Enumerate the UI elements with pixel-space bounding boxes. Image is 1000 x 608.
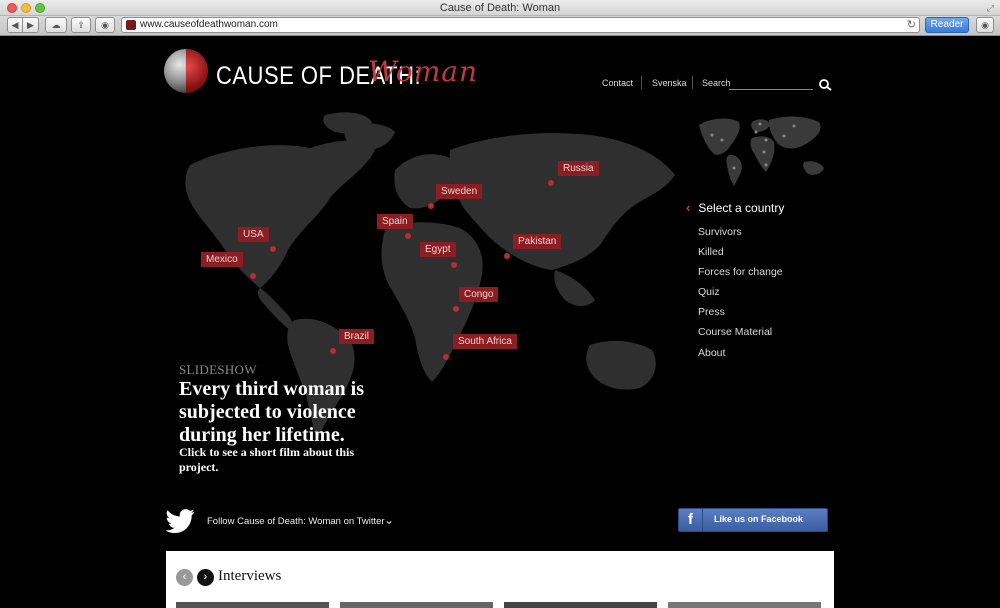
back-button[interactable]: ◀ [7, 17, 23, 33]
map-pin-dot[interactable] [504, 253, 510, 259]
nav-svenska-link[interactable]: Svenska [652, 78, 687, 88]
url-text: www.causeofdeathwoman.com [140, 19, 278, 30]
map-pin-dot[interactable] [405, 233, 411, 239]
chevron-left-icon: ‹ [182, 571, 187, 583]
menu-item-forces-for-change[interactable]: Forces for change [698, 266, 783, 278]
share-icon: ⇪ [77, 20, 85, 30]
address-bar[interactable]: www.causeofdeathwoman.com ↻ [121, 17, 920, 33]
reader-button[interactable]: Reader [925, 17, 969, 33]
chevron-right-icon: › [203, 571, 208, 583]
menu-item-about[interactable]: About [698, 347, 725, 359]
share-button[interactable]: ⇪ [71, 17, 91, 33]
menu-item-killed[interactable]: Killed [698, 246, 724, 258]
search-label: Search [702, 78, 731, 88]
map-pin-dot[interactable] [443, 354, 449, 360]
page-content: CAUSE OF DEATH: Woman Contact Svenska Se… [0, 37, 1000, 608]
nav-divider [641, 76, 642, 89]
menu-item-course-material[interactable]: Course Material [698, 326, 772, 338]
map-pin-south-africa[interactable]: South Africa [453, 334, 517, 349]
chevron-left-icon: ‹ [686, 200, 691, 215]
map-pin-dot[interactable] [428, 203, 434, 209]
twitter-follow-link[interactable]: Follow Cause of Death: Woman on Twitter [207, 516, 385, 527]
interviews-prev-button[interactable]: ‹ [176, 569, 193, 586]
slideshow-label: SLIDESHOW [179, 362, 257, 377]
map-pin-spain[interactable]: Spain [377, 214, 413, 229]
facebook-like-label: Like us on Facebook [714, 514, 804, 524]
downloads-button[interactable]: ◉ [976, 17, 994, 33]
site-favicon-icon [126, 20, 136, 30]
interview-thumbnail[interactable] [176, 602, 329, 608]
fullscreen-icon[interactable]: ⤢ [987, 3, 994, 14]
window-title: Cause of Death: Woman [439, 2, 561, 14]
logo-globe-icon[interactable] [164, 49, 208, 93]
interviews-next-button[interactable]: › [197, 569, 214, 586]
map-pin-brazil[interactable]: Brazil [339, 329, 375, 344]
menu-item-quiz[interactable]: Quiz [698, 286, 720, 298]
cloud-icon: ☁ [51, 20, 61, 30]
map-pin-dot[interactable] [250, 273, 256, 279]
interview-thumbnail[interactable] [340, 602, 493, 608]
top-sites-icon: ◉ [101, 20, 109, 30]
map-pin-sweden[interactable]: Sweden [436, 184, 483, 199]
slideshow-subtext[interactable]: Click to see a short film about this pro… [179, 445, 369, 475]
interview-thumbnail[interactable] [668, 602, 821, 608]
browser-toolbar: ◀ ▶ ☁ ⇪ ◉ www.causeofdeathwoman.com ↻ Re… [0, 16, 1000, 36]
interviews-panel: ‹ › Interviews [166, 551, 834, 608]
map-pin-dot[interactable] [548, 180, 554, 186]
nav-divider [692, 76, 693, 89]
top-sites-button[interactable]: ◉ [95, 17, 115, 33]
search-input[interactable] [729, 89, 813, 90]
window-titlebar: Cause of Death: Woman ⤢ [0, 0, 1000, 16]
twitter-bird-icon[interactable] [166, 509, 198, 533]
icloud-tabs-button[interactable]: ☁ [45, 17, 67, 33]
map-pin-congo[interactable]: Congo [459, 287, 499, 302]
search-icon[interactable] [818, 78, 832, 92]
interview-thumbnail[interactable] [504, 602, 657, 608]
menu-item-press[interactable]: Press [698, 306, 725, 318]
map-pin-dot[interactable] [453, 306, 459, 312]
nav-contact-link[interactable]: Contact [602, 78, 633, 88]
select-country-toggle[interactable]: ‹ Select a country [686, 200, 784, 215]
map-pin-dot[interactable] [451, 262, 457, 268]
facebook-icon: f [679, 509, 703, 531]
map-pin-dot[interactable] [270, 246, 276, 252]
menu-item-survivors[interactable]: Survivors [698, 226, 742, 238]
map-pin-mexico[interactable]: Mexico [201, 252, 243, 267]
forward-button[interactable]: ▶ [23, 17, 39, 33]
site-logo-script[interactable]: Woman [368, 55, 478, 88]
mini-world-map[interactable] [694, 110, 830, 188]
map-pin-russia[interactable]: Russia [558, 161, 599, 176]
select-country-label: Select a country [698, 201, 785, 215]
facebook-like-button[interactable]: f Like us on Facebook [678, 508, 828, 532]
map-pin-usa[interactable]: USA [238, 227, 269, 242]
back-arrow-icon: ◀ [11, 20, 19, 30]
slideshow-headline[interactable]: Every third woman is subjected to violen… [179, 378, 379, 447]
forward-arrow-icon: ▶ [27, 20, 34, 30]
map-pin-dot[interactable] [330, 348, 336, 354]
downloads-icon: ◉ [981, 20, 989, 30]
reload-icon[interactable]: ↻ [907, 18, 916, 31]
map-pin-egypt[interactable]: Egypt [420, 242, 456, 257]
chevron-down-icon[interactable]: ⌄ [384, 513, 394, 527]
interviews-title: Interviews [218, 568, 282, 584]
map-pin-pakistan[interactable]: Pakistan [513, 234, 562, 249]
